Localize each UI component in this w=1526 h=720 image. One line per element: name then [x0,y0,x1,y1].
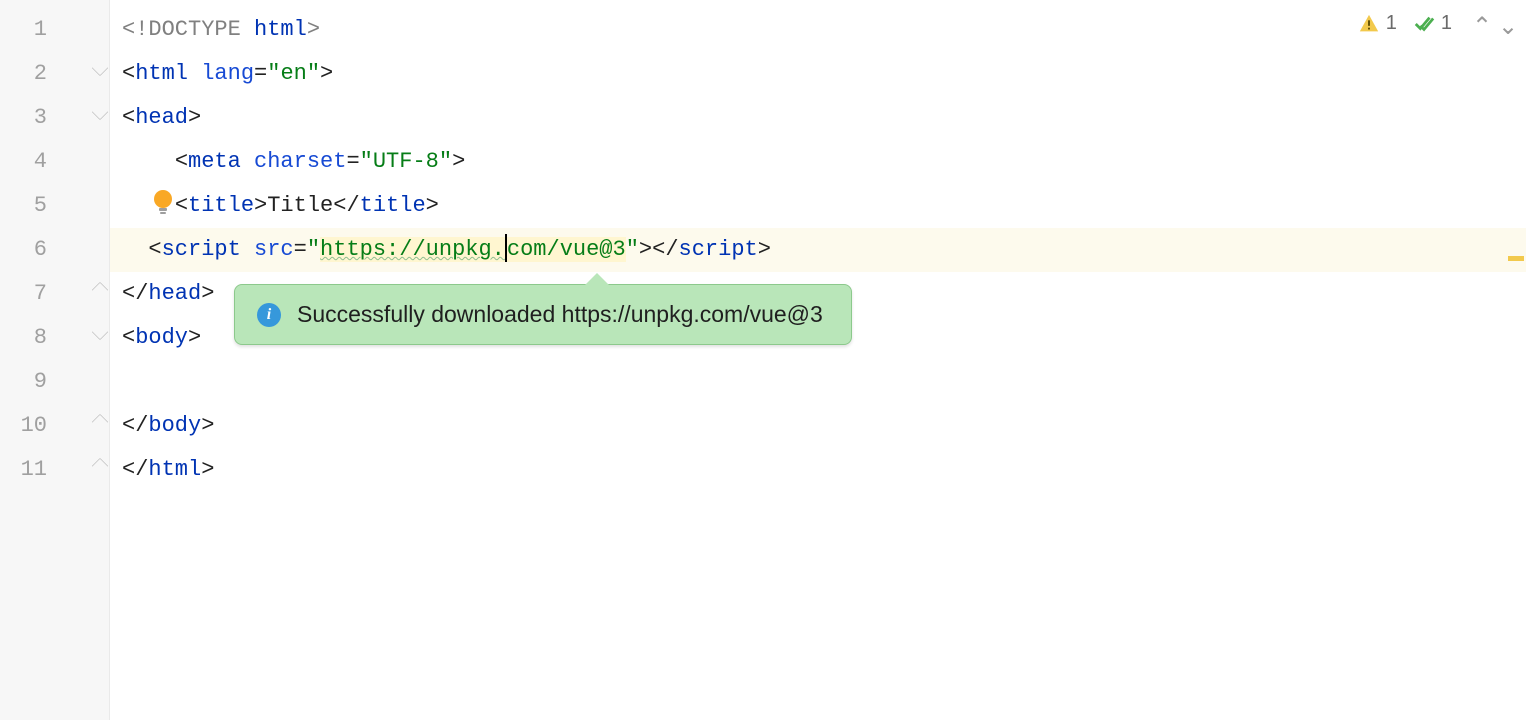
token: " [626,237,639,262]
warning-icon[interactable] [1358,13,1380,35]
token: script [162,237,254,262]
token: < [148,237,161,262]
token: meta [188,149,254,174]
line-number[interactable]: 6 [0,228,109,272]
token: = [294,237,307,262]
token: < [175,149,188,174]
code-line[interactable]: <head> [110,96,1526,140]
line-number[interactable]: 2 [0,52,109,96]
token: > [188,105,201,130]
check-icon[interactable] [1413,13,1435,35]
token: > [452,149,465,174]
token: html [135,61,201,86]
line-number[interactable]: 5 [0,184,109,228]
token: < [122,61,135,86]
token: head [135,105,188,130]
code-line[interactable]: </body> [110,404,1526,448]
token: </ [122,457,148,482]
token: < [175,193,188,218]
info-icon: i [257,303,281,327]
line-number[interactable]: 1 [0,8,109,52]
line-number[interactable]: 10 [0,404,109,448]
warning-count: 1 [1386,12,1397,35]
line-number[interactable]: 3 [0,96,109,140]
code-editor[interactable]: 1 2 3 4 5 6 7 8 9 10 11 <!DOCTYPE html> … [0,0,1526,720]
code-line[interactable]: <title>Title</title> [110,184,1526,228]
line-number[interactable]: 7 [0,272,109,316]
text-caret [505,234,507,262]
indent [122,237,148,262]
token: > [254,193,267,218]
intention-bulb-icon[interactable] [152,188,174,218]
inspection-nav: ⌃ ⌄ [1470,12,1520,41]
token: > [201,281,214,306]
token: body [135,325,188,350]
line-number[interactable]: 4 [0,140,109,184]
code-line-current[interactable]: <script src="https://unpkg.com/vue@3"></… [110,228,1526,272]
token: charset [254,149,346,174]
token: head [148,281,201,306]
token: lang [201,61,254,86]
token: > [201,457,214,482]
code-line[interactable]: <!DOCTYPE html> [110,8,1526,52]
token: < [122,325,135,350]
token: </ [122,413,148,438]
token: < [122,105,135,130]
line-number[interactable]: 9 [0,360,109,404]
token: body [148,413,201,438]
token: title [188,193,254,218]
token: " [360,149,373,174]
token: script [679,237,758,262]
notification-tooltip: i Successfully downloaded https://unpkg.… [234,284,852,345]
token: > [426,193,439,218]
ok-count: 1 [1441,12,1452,35]
token: html [148,457,201,482]
url-highlight: com/vue@3 [507,237,626,262]
code-area[interactable]: <!DOCTYPE html> <html lang="en"> <head> … [110,0,1526,720]
tooltip-text: Successfully downloaded https://unpkg.co… [297,301,823,328]
token: > [758,237,771,262]
code-line[interactable]: </html> [110,448,1526,492]
inspection-widget[interactable]: 1 1 [1358,12,1462,35]
indent [122,149,175,174]
token: > [320,61,333,86]
token: > [188,325,201,350]
gutter: 1 2 3 4 5 6 7 8 9 10 11 [0,0,110,720]
chevron-down-icon[interactable]: ⌄ [1496,12,1520,41]
token: en [280,61,306,86]
token: " [307,61,320,86]
token: = [346,149,359,174]
code-line[interactable]: <meta charset="UTF-8"> [110,140,1526,184]
token: " [267,61,280,86]
token: Title [267,193,333,218]
token: " [307,237,320,262]
line-number[interactable]: 8 [0,316,109,360]
token: <!DOCTYPE [122,17,254,42]
code-line[interactable]: <html lang="en"> [110,52,1526,96]
warning-stripe[interactable] [1508,256,1524,261]
token: > [639,237,652,262]
line-number[interactable]: 11 [0,448,109,492]
token: = [254,61,267,86]
token: UTF-8 [373,149,439,174]
url-highlight: https://unpkg. [320,237,505,262]
token: </ [333,193,359,218]
token: </ [652,237,678,262]
token: > [307,17,320,42]
chevron-up-icon[interactable]: ⌃ [1470,12,1494,41]
token: > [201,413,214,438]
token: src [254,237,294,262]
token: </ [122,281,148,306]
token: html [254,17,307,42]
code-line[interactable] [110,360,1526,404]
token: " [439,149,452,174]
token: title [360,193,426,218]
